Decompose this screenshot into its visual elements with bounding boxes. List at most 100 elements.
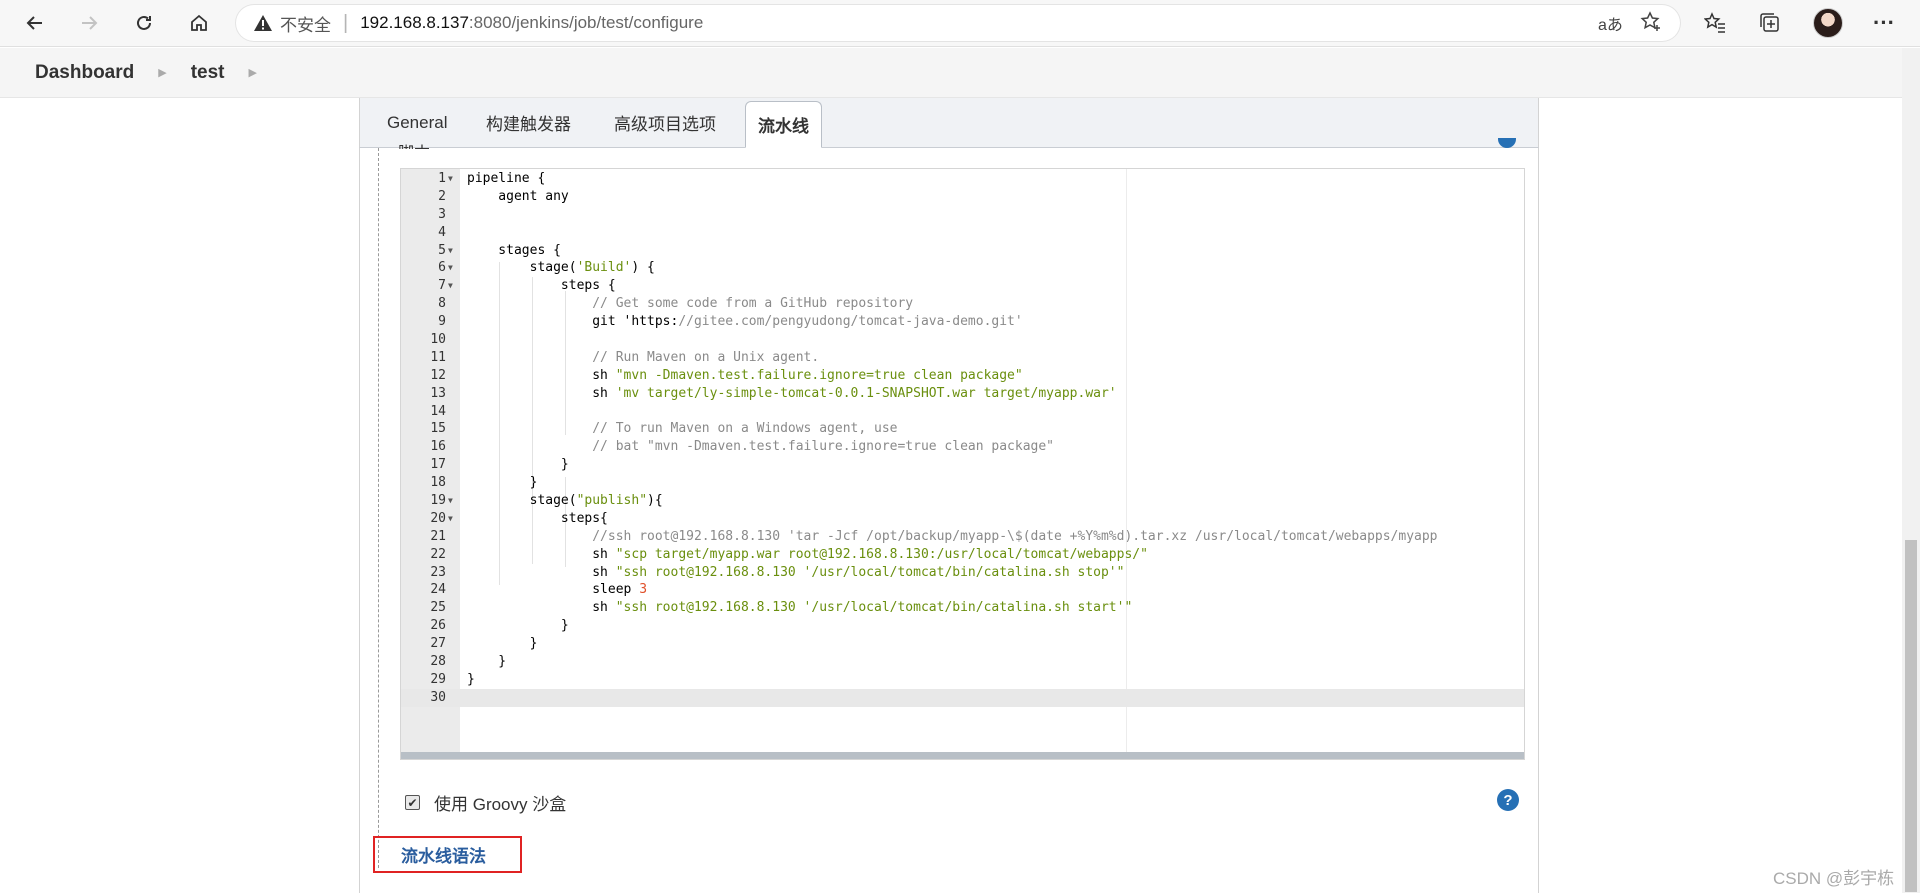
fold-arrow-icon[interactable]: ▼ (448, 492, 458, 510)
code-line[interactable]: 22 sh "scp target/myapp.war root@192.168… (401, 546, 1524, 564)
code-line[interactable]: 19 ▼ stage("publish"){ (401, 492, 1524, 510)
code-text: sh "ssh root@192.168.8.130 '/usr/local/t… (467, 564, 1125, 580)
code-text: //ssh root@192.168.8.130 'tar -Jcf /opt/… (592, 528, 1438, 544)
fold-arrow-icon[interactable]: ▼ (448, 259, 458, 277)
breadcrumb: Dashboard ▶ test ▶ (0, 48, 1902, 98)
help-icon[interactable]: ? (1497, 789, 1519, 811)
code-line[interactable]: 12 sh "mvn -Dmaven.test.failure.ignore=t… (401, 367, 1524, 385)
pipeline-syntax-link[interactable]: 流水线语法 (373, 836, 522, 873)
favorites-icon[interactable] (1697, 6, 1733, 40)
code-line[interactable]: 15 // To run Maven on a Windows agent, u… (401, 420, 1524, 438)
code-line[interactable]: 6 ▼ stage('Build') { (401, 259, 1524, 277)
groovy-sandbox-checkbox[interactable]: ✔ (405, 795, 420, 810)
code-line[interactable]: 7 ▼ steps { (401, 277, 1524, 295)
code-text: pipeline { (467, 171, 546, 186)
groovy-sandbox-label[interactable]: 使用 Groovy 沙盒 (434, 790, 566, 815)
code-line[interactable]: 13 sh 'mv target/ly-simple-tomcat-0.0.1-… (401, 385, 1524, 403)
code-text: } (467, 475, 538, 491)
tab-build-triggers[interactable]: 构建触发器 (486, 98, 571, 147)
line-number: 18 (430, 475, 446, 491)
code-line[interactable]: 2 agent any (401, 188, 1524, 206)
insecure-label[interactable]: 不安全 (280, 11, 331, 36)
code-text: sh "ssh root@192.168.8.130 '/usr/local/t… (467, 600, 1133, 616)
code-line[interactable]: 26 } (401, 617, 1524, 635)
code-line[interactable]: 25 sh "ssh root@192.168.8.130 '/usr/loca… (401, 599, 1524, 617)
code-text: sh 'mv target/ly-simple-tomcat-0.0.1-SNA… (467, 385, 1117, 401)
line-number: 10 (430, 332, 446, 348)
line-number: 30 (430, 689, 446, 705)
code-text: } (467, 636, 538, 652)
editor-lines: 1 ▼ pipeline {2 agent any 3 4 5 ▼ stages {6 ▼ s… (401, 170, 1524, 707)
code-text: stages { (467, 242, 561, 258)
code-line[interactable]: 24 sleep 3 (401, 581, 1524, 599)
fold-arrow-icon[interactable]: ▼ (448, 170, 458, 188)
line-number: 28 (430, 654, 446, 670)
code-line[interactable]: 9 git 'https://gitee.com/pengyudong/tomc… (401, 313, 1524, 331)
code-text: agent any (467, 188, 569, 204)
line-number: 13 (430, 385, 446, 401)
config-tabs: General 构建触发器 高级项目选项 流水线 (359, 98, 1539, 148)
code-line[interactable]: 3 (401, 206, 1524, 224)
address-bar[interactable]: 不安全 | 192.168.8.137:8080/jenkins/job/tes… (236, 5, 1680, 41)
url-host: 192.168.8.137 (360, 13, 469, 32)
code-text: sleep 3 (467, 582, 648, 598)
code-line[interactable]: 4 (401, 224, 1524, 242)
line-number: 23 (430, 564, 446, 580)
help-icon[interactable] (1498, 138, 1516, 148)
code-line[interactable]: 27 } (401, 635, 1524, 653)
code-line[interactable]: 28 } (401, 653, 1524, 671)
line-number: 12 (430, 367, 446, 383)
breadcrumb-arrow-icon[interactable]: ▶ (249, 66, 257, 79)
code-line[interactable]: 10 (401, 331, 1524, 349)
more-menu-icon[interactable]: ··· (1866, 6, 1902, 40)
editor-horizontal-scrollbar[interactable] (401, 752, 1524, 759)
profile-avatar[interactable] (1813, 8, 1843, 38)
forward-icon[interactable] (71, 6, 107, 40)
line-number: 29 (430, 671, 446, 687)
add-favorite-icon[interactable] (1640, 11, 1662, 39)
collections-icon[interactable] (1752, 6, 1788, 40)
groovy-sandbox-row[interactable]: ✔ 使用 Groovy 沙盒 (405, 790, 566, 815)
code-line[interactable]: 8 // Get some code from a GitHub reposit… (401, 295, 1524, 313)
code-text: stage('Build') { (467, 260, 655, 276)
code-line[interactable]: 11 // Run Maven on a Unix agent. (401, 349, 1524, 367)
fold-arrow-icon[interactable]: ▼ (448, 242, 458, 260)
code-text: // Run Maven on a Unix agent. (592, 349, 820, 365)
code-line[interactable]: 23 sh "ssh root@192.168.8.130 '/usr/loca… (401, 564, 1524, 582)
code-text: // To run Maven on a Windows agent, use (592, 421, 898, 437)
line-number: 25 (430, 600, 446, 616)
code-line[interactable]: 21 //ssh root@192.168.8.130 'tar -Jcf /o… (401, 528, 1524, 546)
code-line[interactable]: 29} (401, 671, 1524, 689)
code-line[interactable]: 20 ▼ steps{ (401, 510, 1524, 528)
line-number: 21 (430, 528, 446, 544)
read-aloud-icon[interactable]: aあ (1598, 11, 1623, 35)
tab-pipeline[interactable]: 流水线 (745, 101, 822, 148)
script-label: 脚本 (398, 139, 430, 149)
warning-icon[interactable] (252, 13, 274, 33)
code-line[interactable]: 18 } (401, 474, 1524, 492)
tab-advanced-project-options[interactable]: 高级项目选项 (614, 98, 716, 147)
home-icon[interactable] (181, 6, 217, 40)
code-text: git 'https://gitee.com/pengyudong/tomcat… (467, 314, 1023, 330)
code-line[interactable]: 16 // bat "mvn -Dmaven.test.failure.igno… (401, 438, 1524, 456)
pipeline-script-editor[interactable]: 1 ▼ pipeline {2 agent any 3 4 5 ▼ stages {6 ▼ s… (400, 168, 1525, 760)
code-text: sh "mvn -Dmaven.test.failure.ignore=true… (467, 367, 1023, 383)
refresh-icon[interactable] (126, 6, 162, 40)
line-number: 7 (438, 278, 446, 294)
back-icon[interactable] (17, 6, 53, 40)
page-scrollbar-thumb[interactable] (1905, 540, 1917, 892)
url-text[interactable]: 192.168.8.137:8080/jenkins/job/test/conf… (360, 13, 703, 33)
code-line[interactable]: 30 (401, 688, 1524, 707)
code-line[interactable]: 17 } (401, 456, 1524, 474)
breadcrumb-arrow-icon[interactable]: ▶ (158, 66, 166, 79)
url-path: :8080/jenkins/job/test/configure (468, 13, 704, 32)
line-number: 4 (438, 224, 446, 240)
code-text: sh "scp target/myapp.war root@192.168.8.… (467, 546, 1148, 562)
breadcrumb-dashboard[interactable]: Dashboard (35, 62, 134, 84)
fold-arrow-icon[interactable]: ▼ (448, 510, 458, 528)
breadcrumb-test[interactable]: test (191, 62, 225, 84)
code-line[interactable]: 14 (401, 403, 1524, 421)
code-line[interactable]: 1 ▼ pipeline { (401, 170, 1524, 188)
fold-arrow-icon[interactable]: ▼ (448, 277, 458, 295)
code-line[interactable]: 5 ▼ stages { (401, 242, 1524, 260)
